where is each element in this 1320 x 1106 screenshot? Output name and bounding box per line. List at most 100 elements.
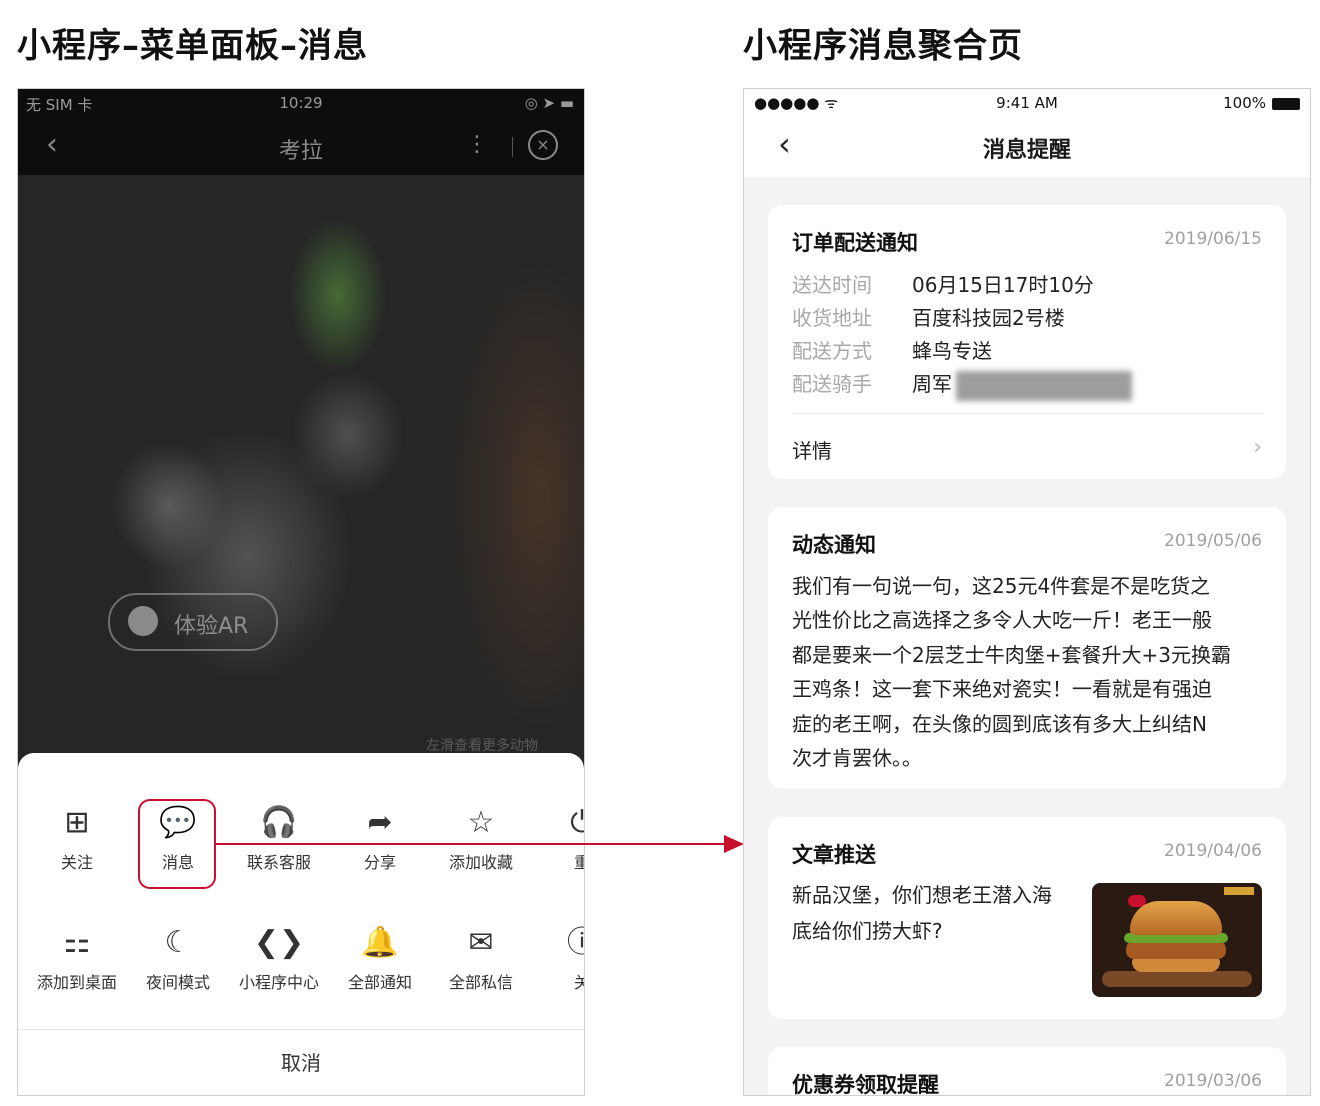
- body-line: 次才肯罢休。。: [792, 746, 922, 771]
- order-delivery-card[interactable]: 订单配送通知 2019/06/15 送达时间 06月15日17时10分 收货地址 百…: [768, 205, 1286, 479]
- right-heading: 小程序消息聚合页: [743, 26, 1023, 66]
- menu-item-label: 小程序中心: [238, 973, 319, 992]
- kv-key: 配送骑手: [792, 372, 872, 396]
- menu-item-label: 全部通知: [347, 973, 412, 992]
- menu-item-label: 重: [574, 853, 584, 872]
- card-date: 2019/04/06: [1164, 841, 1262, 861]
- menu-item[interactable]: ❮❯ 小程序中心: [229, 923, 329, 993]
- menu-item-label: 添加收藏: [448, 853, 513, 872]
- moon-icon: ☾: [164, 925, 192, 960]
- menu-item-label: 添加到桌面: [36, 973, 117, 992]
- card-date: 2019/03/06: [1164, 1071, 1262, 1091]
- promo-tag: [1224, 887, 1254, 895]
- nav-bar: ‹ 考拉 ⋮ ×: [18, 117, 584, 175]
- menu-item[interactable]: ☆ 添加收藏: [431, 803, 531, 873]
- message-highlight-box: [138, 799, 216, 889]
- info-icon: ⓘ: [532, 923, 584, 963]
- card-title: 优惠券领取提醒: [792, 1073, 939, 1096]
- kv-row: 配送方式 蜂鸟专送: [792, 335, 992, 364]
- flow-arrow-line: [214, 843, 726, 845]
- body-line: 症的老王啊，在头像的圆到底该有多大上纠结N: [792, 711, 1207, 736]
- kv-key: 送达时间: [792, 273, 872, 297]
- bun-bottom: [1132, 958, 1220, 972]
- close-icon[interactable]: ×: [528, 130, 558, 160]
- more-icon[interactable]: ⋮: [466, 132, 488, 157]
- menu-item[interactable]: ⊞ 关注: [27, 803, 127, 873]
- body-line: 都是要来一个2层芝士牛肉堡+套餐升大+3元换霸: [792, 642, 1231, 667]
- kv-value: 06月15日17时10分: [912, 273, 1094, 297]
- nav-bar: ‹ 消息提醒: [744, 117, 1310, 177]
- status-bar: ●●●●● ᯤ 9:41 AM 100%: [744, 89, 1310, 117]
- kv-row: 配送骑手 周军: [792, 368, 1132, 401]
- bun-top: [1130, 901, 1222, 935]
- add-to-desktop-icon: ⚏: [63, 925, 91, 960]
- detail-link[interactable]: 详情 ›: [792, 435, 1262, 464]
- message-aggregate-phone: ●●●●● ᯤ 9:41 AM 100% ‹ 消息提醒 订单配送通知 2019/…: [743, 88, 1311, 1096]
- card-body: 我们有一句说一句，这25元4件套是不是吃货之 光性价比之高选择之多令人大吃一斤！…: [792, 569, 1262, 775]
- menu-item-label: 分享: [363, 853, 396, 872]
- share-arrow-icon: ➦: [367, 805, 393, 840]
- menu-item[interactable]: ➦ 分享: [330, 803, 430, 873]
- menu-item[interactable]: 🔔 全部通知: [330, 923, 430, 993]
- envelope-icon: ✉: [468, 925, 494, 960]
- article-push-card[interactable]: 文章推送 2019/04/06 新品汉堡，你们想老王潜入海 底给你们捞大虾?: [768, 817, 1286, 1019]
- detail-label: 详情: [792, 439, 832, 463]
- menu-item[interactable]: ⚏ 添加到桌面: [27, 923, 127, 993]
- coupon-reminder-card[interactable]: 优惠券领取提醒 2019/03/06: [768, 1047, 1286, 1096]
- menu-item-label: 夜间模式: [145, 973, 210, 992]
- capsule-menu: ⋮ ×: [454, 129, 570, 163]
- kv-value: 百度科技园2号楼: [912, 306, 1065, 330]
- koala-photo: 体验AR 左滑查看更多动物: [18, 175, 584, 775]
- status-bar: 无 SIM 卡 10:29 ◎ ➤ ▬: [18, 89, 584, 117]
- card-title: 动态通知: [792, 533, 876, 557]
- wooden-board: [1102, 971, 1252, 987]
- kv-value: 周军: [912, 372, 952, 396]
- menu-item-label: 联系客服: [246, 853, 311, 872]
- menu-item-label: 关: [574, 973, 584, 992]
- plus-square-icon: ⊞: [64, 805, 90, 840]
- kv-row: 送达时间 06月15日17时10分: [792, 269, 1094, 298]
- ar-paw-icon: [128, 606, 158, 636]
- menu-sheet: ⊞关注💬消息🎧联系客服➦分享☆添加收藏⏻重 ⚏添加到桌面☾夜间模式❮❯小程序中心…: [18, 753, 584, 1095]
- redacted-phone: [956, 370, 1132, 401]
- body-line: 底给你们捞大虾?: [792, 919, 943, 943]
- card-date: 2019/05/06: [1164, 531, 1262, 551]
- restart-icon: ⏻: [532, 803, 584, 843]
- menu-item-label: 关注: [60, 853, 93, 872]
- menu-item[interactable]: 🎧 联系客服: [229, 803, 329, 873]
- battery-text: 100%: [1223, 94, 1266, 112]
- burger-thumbnail: [1092, 883, 1262, 997]
- activity-notice-card[interactable]: 动态通知 2019/05/06 我们有一句说一句，这25元4件套是不是吃货之 光…: [768, 507, 1286, 789]
- menu-panel-phone: 无 SIM 卡 10:29 ◎ ➤ ▬ ‹ 考拉 ⋮ × 体验AR 左滑查看更多…: [17, 88, 585, 1096]
- card-divider: [792, 413, 1262, 414]
- battery-icon: [1272, 97, 1300, 110]
- patty: [1126, 941, 1226, 959]
- swipe-hint: 左滑查看更多动物: [426, 738, 538, 754]
- chevron-right-icon: ›: [1253, 435, 1262, 460]
- star-icon: ☆: [467, 805, 495, 840]
- battery-indicator: 100%: [1223, 94, 1300, 112]
- cancel-button[interactable]: 取消: [18, 1029, 584, 1095]
- kv-key: 配送方式: [792, 339, 872, 363]
- headset-icon: 🎧: [260, 805, 298, 840]
- bell-icon: 🔔: [361, 925, 399, 960]
- kv-row: 收货地址 百度科技园2号楼: [792, 302, 1065, 331]
- card-title: 订单配送通知: [792, 231, 918, 255]
- menu-item-label: 全部私信: [448, 973, 513, 992]
- mini-program-center-icon: ❮❯: [253, 925, 305, 960]
- menu-item[interactable]: ☾ 夜间模式: [128, 923, 228, 993]
- menu-item[interactable]: ⓘ关: [532, 923, 584, 993]
- menu-item[interactable]: ✉ 全部私信: [431, 923, 531, 993]
- status-icons: ◎ ➤ ▬: [524, 94, 574, 112]
- capsule-divider: [512, 137, 513, 157]
- body-line: 光性价比之高选择之多令人大吃一斤！老王一般: [792, 608, 1212, 633]
- body-line: 我们有一句说一句，这25元4件套是不是吃货之: [792, 574, 1211, 598]
- body-line: 王鸡条！这一套下来绝对瓷实！一看就是有强迫: [792, 677, 1212, 702]
- status-time: 10:29: [279, 94, 323, 112]
- ar-button[interactable]: 体验AR: [108, 593, 278, 651]
- left-heading: 小程序–菜单面板–消息: [17, 26, 368, 66]
- card-title: 文章推送: [792, 843, 876, 867]
- card-date: 2019/06/15: [1164, 229, 1262, 249]
- menu-item[interactable]: ⏻重: [532, 803, 584, 873]
- body-line: 新品汉堡，你们想老王潜入海: [792, 883, 1052, 907]
